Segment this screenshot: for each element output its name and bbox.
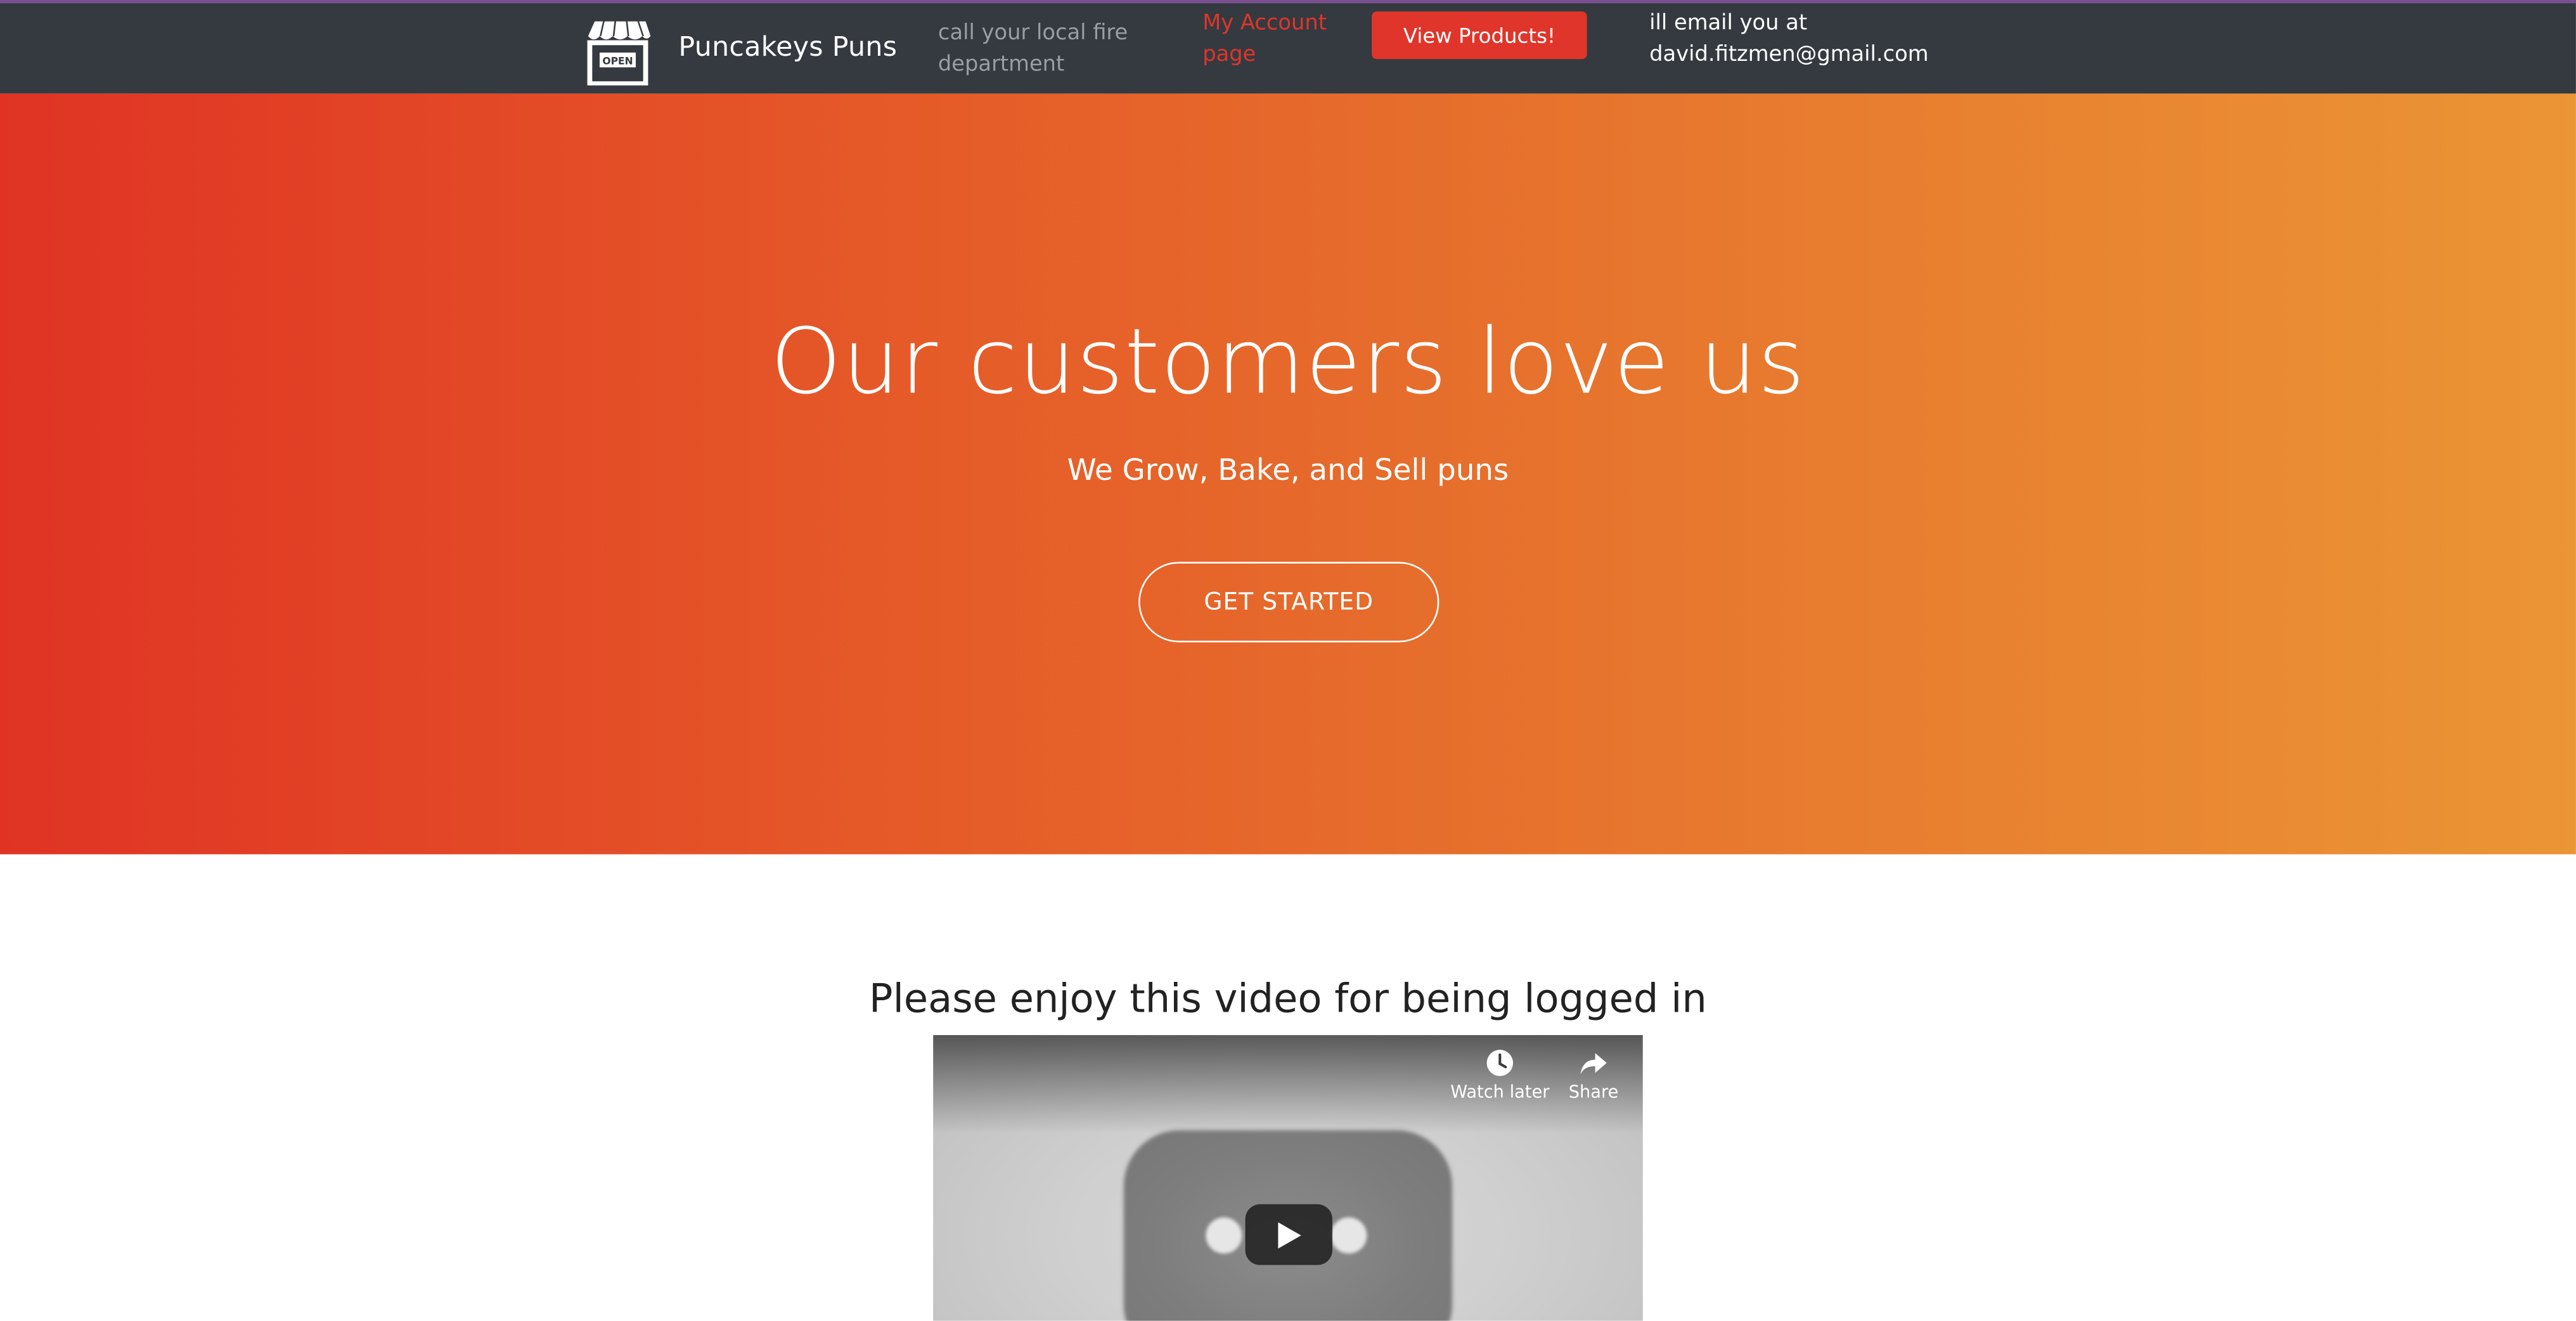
embedded-video-player[interactable]: Watch later Share <box>933 1034 1643 1321</box>
thumbnail-dot-right <box>1330 1217 1367 1254</box>
hero-title: Our customers love us <box>770 309 1806 415</box>
share-arrow-icon <box>1580 1053 1607 1075</box>
view-products-button[interactable]: View Products! <box>1372 11 1587 60</box>
watch-later-label: Watch later <box>1450 1082 1550 1103</box>
hero-banner: Our customers love us We Grow, Bake, and… <box>0 93 2576 854</box>
email-note: ill email you at david.fitzmen@gmail.com <box>1649 11 1929 68</box>
share-label: Share <box>1568 1082 1619 1103</box>
share-button[interactable]: Share <box>1554 1048 1633 1103</box>
hero-subtitle: We Grow, Bake, and Sell puns <box>1067 453 1509 488</box>
watch-later-button[interactable]: Watch later <box>1443 1048 1557 1103</box>
thumbnail-dot-left <box>1206 1217 1242 1254</box>
get-started-button[interactable]: GET STARTED <box>1138 562 1439 643</box>
navbar: OPEN Puncakeys Puns call your local fire… <box>0 0 2576 94</box>
brand-name[interactable]: Puncakeys Puns <box>678 31 897 62</box>
page: OPEN Puncakeys Puns call your local fire… <box>0 0 2576 1321</box>
logo-sign-text: OPEN <box>602 56 633 67</box>
play-button[interactable] <box>1245 1204 1332 1265</box>
clock-icon <box>1486 1050 1514 1076</box>
my-account-link[interactable]: My Account page <box>1202 8 1344 70</box>
video-heading: Please enjoy this video for being logged… <box>869 976 1707 1022</box>
play-icon <box>1278 1222 1301 1249</box>
navbar-tagline: call your local fire department <box>937 21 1128 77</box>
storefront-open-icon[interactable]: OPEN <box>585 16 651 87</box>
